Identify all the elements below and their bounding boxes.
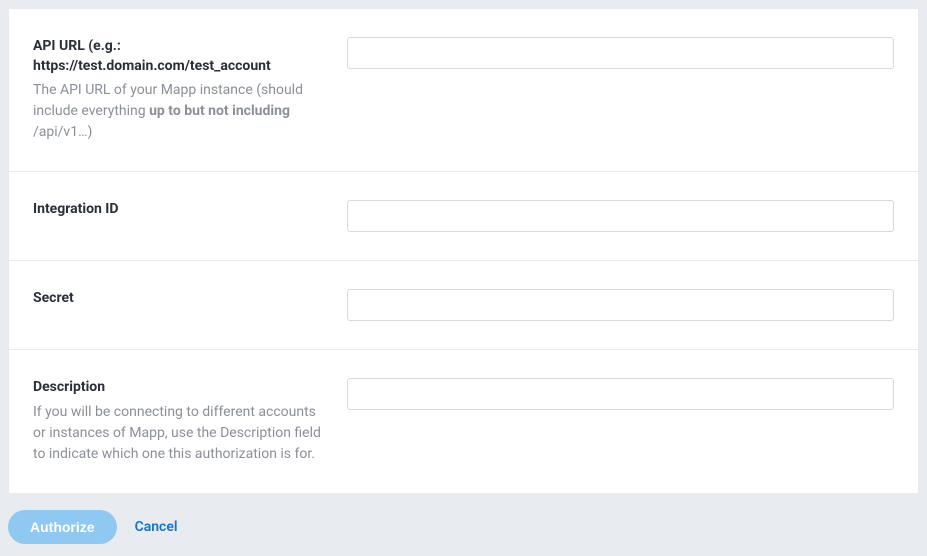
description-label: Description: [33, 378, 323, 398]
input-col: [347, 289, 894, 321]
secret-label: Secret: [33, 289, 323, 309]
api-url-input[interactable]: [347, 37, 894, 69]
form-actions: Authorize Cancel: [8, 494, 919, 548]
api-url-label: API URL (e.g.: https://test.domain.com/t…: [33, 37, 323, 76]
integration-id-input[interactable]: [347, 200, 894, 232]
form-row-description: Description If you will be connecting to…: [9, 350, 918, 493]
cancel-link[interactable]: Cancel: [135, 519, 178, 535]
label-col: Secret: [33, 289, 323, 321]
label-col: Description If you will be connecting to…: [33, 378, 323, 465]
authorization-form: API URL (e.g.: https://test.domain.com/t…: [8, 8, 919, 494]
input-col: [347, 200, 894, 232]
api-url-help: The API URL of your Mapp instance (shoul…: [33, 80, 323, 143]
form-row-secret: Secret: [9, 261, 918, 350]
description-input[interactable]: [347, 378, 894, 410]
label-col: Integration ID: [33, 200, 323, 232]
label-col: API URL (e.g.: https://test.domain.com/t…: [33, 37, 323, 143]
integration-id-label: Integration ID: [33, 200, 323, 220]
secret-input[interactable]: [347, 289, 894, 321]
description-help: If you will be connecting to different a…: [33, 402, 323, 465]
api-url-help-after: /api/v1…): [33, 124, 92, 140]
authorize-button[interactable]: Authorize: [8, 510, 117, 544]
form-row-api-url: API URL (e.g.: https://test.domain.com/t…: [9, 9, 918, 172]
api-url-help-bold: up to but not including: [149, 103, 290, 119]
input-col: [347, 378, 894, 465]
input-col: [347, 37, 894, 143]
form-row-integration-id: Integration ID: [9, 172, 918, 261]
